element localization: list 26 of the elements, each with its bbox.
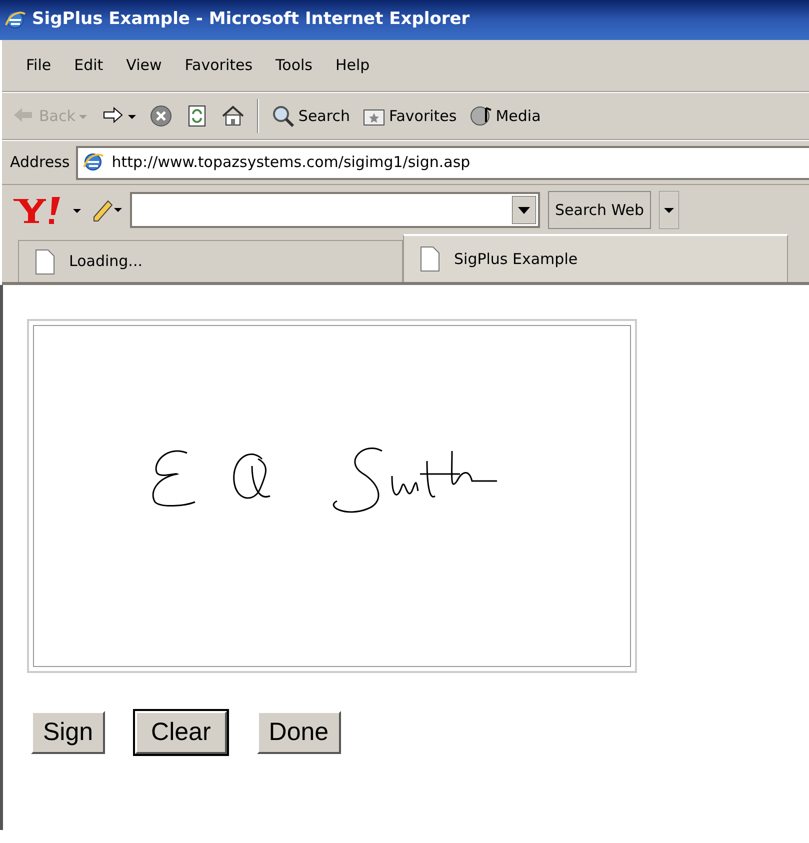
browser-tab[interactable]: Loading... [18, 240, 403, 282]
search-field[interactable] [130, 192, 540, 228]
menu-item[interactable]: View [116, 54, 175, 77]
address-label: Address [10, 152, 70, 174]
toolbar-button[interactable]: Favorites [362, 104, 457, 128]
toolbar-button[interactable]: Search [271, 104, 350, 128]
search-web-button[interactable]: Search Web [548, 191, 652, 229]
browser-logo-icon [4, 9, 26, 31]
menu-item[interactable]: File [16, 54, 64, 77]
dropdown-caret-icon[interactable] [659, 191, 680, 229]
dropdown-arrow-icon[interactable] [512, 196, 536, 224]
toolbar-button[interactable]: Media [468, 104, 541, 128]
address-url: http://www.topazsystems.com/sigimg1/sign.asp [112, 152, 470, 174]
window-title: SigPlus Example - Microsoft Internet Explorer [32, 8, 470, 32]
form-button[interactable]: Clear [135, 711, 227, 754]
menu-item[interactable]: Tools [266, 54, 326, 77]
form-button[interactable]: Done [256, 711, 341, 754]
browser-tab[interactable]: SigPlus Example [403, 234, 788, 282]
menu-item[interactable]: Help [326, 54, 383, 77]
home-icon[interactable] [221, 104, 246, 128]
address-field[interactable]: http://www.topazsystems.com/sigimg1/sign.asp [76, 146, 809, 180]
menu-item[interactable]: Favorites [174, 54, 266, 77]
magnifier-icon [271, 104, 296, 128]
menu-item[interactable]: Edit [64, 54, 116, 77]
form-button[interactable]: Sign [31, 711, 106, 754]
stop-icon[interactable] [149, 104, 174, 128]
